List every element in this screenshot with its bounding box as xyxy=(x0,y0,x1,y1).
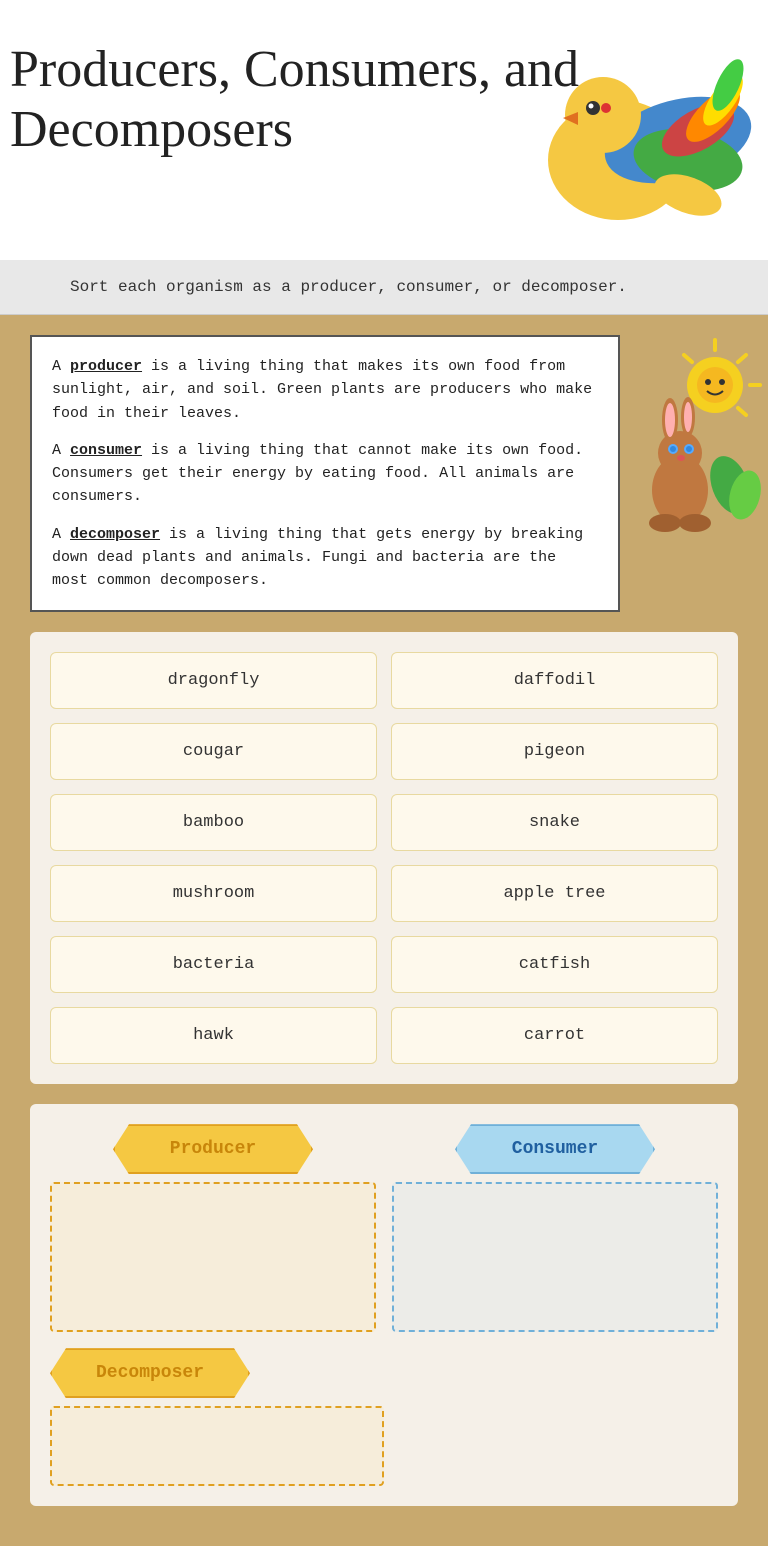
producer-term: producer xyxy=(70,358,142,375)
top-area: Producers, Consumers, and Decomposers xyxy=(0,0,768,260)
decomposer-banner: Decomposer xyxy=(50,1348,250,1398)
decomposer-term: decomposer xyxy=(70,526,160,543)
consumer-drop-zone[interactable] xyxy=(392,1182,718,1332)
sort-container: Producer Consumer Decomposer xyxy=(30,1104,738,1506)
sort-top-row: Producer Consumer xyxy=(50,1124,718,1332)
instruction-text: Sort each organism as a producer, consum… xyxy=(70,278,627,296)
definition-section: A producer is a living thing that makes … xyxy=(30,335,738,612)
main-content: A producer is a living thing that makes … xyxy=(0,315,768,1546)
sort-bottom-row: Decomposer xyxy=(50,1348,718,1486)
organism-card-pigeon[interactable]: pigeon xyxy=(391,723,718,780)
organism-grid: dragonflydaffodilcougarpigeonbamboosnake… xyxy=(50,652,718,1064)
consumer-label: Consumer xyxy=(512,1139,598,1159)
producer-category: Producer xyxy=(50,1124,376,1332)
organism-card-bamboo[interactable]: bamboo xyxy=(50,794,377,851)
producer-label: Producer xyxy=(170,1139,256,1159)
organism-card-hawk[interactable]: hawk xyxy=(50,1007,377,1064)
consumer-term: consumer xyxy=(70,442,142,459)
organism-card-bacteria[interactable]: bacteria xyxy=(50,936,377,993)
organism-card-dragonfly[interactable]: dragonfly xyxy=(50,652,377,709)
animal-illustration xyxy=(620,335,768,555)
organism-card-catfish[interactable]: catfish xyxy=(391,936,718,993)
decomposer-drop-zone[interactable] xyxy=(50,1406,384,1486)
organism-card-mushroom[interactable]: mushroom xyxy=(50,865,377,922)
organism-card-cougar[interactable]: cougar xyxy=(50,723,377,780)
decomposer-category: Decomposer xyxy=(50,1348,384,1486)
consumer-definition: A consumer is a living thing that cannot… xyxy=(52,439,598,509)
organism-grid-container: dragonflydaffodilcougarpigeonbamboosnake… xyxy=(30,632,738,1084)
organism-card-snake[interactable]: snake xyxy=(391,794,718,851)
organism-card-apple-tree[interactable]: apple tree xyxy=(391,865,718,922)
decomposer-label: Decomposer xyxy=(96,1363,204,1383)
producer-drop-zone[interactable] xyxy=(50,1182,376,1332)
bird-decoration xyxy=(458,0,768,260)
instruction-bar: Sort each organism as a producer, consum… xyxy=(0,260,768,315)
organism-card-carrot[interactable]: carrot xyxy=(391,1007,718,1064)
decomposer-definition: A decomposer is a living thing that gets… xyxy=(52,523,598,593)
producer-definition: A producer is a living thing that makes … xyxy=(52,355,598,425)
producer-banner: Producer xyxy=(113,1124,313,1174)
consumer-banner: Consumer xyxy=(455,1124,655,1174)
definition-box: A producer is a living thing that makes … xyxy=(30,335,620,612)
organism-card-daffodil[interactable]: daffodil xyxy=(391,652,718,709)
consumer-category: Consumer xyxy=(392,1124,718,1332)
